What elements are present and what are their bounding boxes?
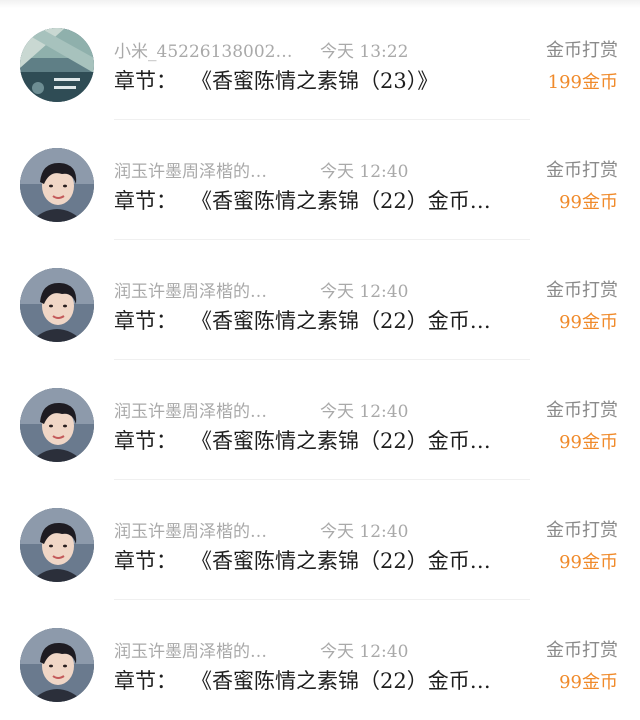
reward-record-row[interactable]: 润玉许墨周泽楷的… 今天 12:40 章节： 《香蜜陈情之素锦（22）金币… 金…: [0, 240, 640, 360]
reward-amount: 99金币: [559, 312, 618, 333]
reward-record-list: 小米_45226138002… 今天 13:22 章节： 《香蜜陈情之素锦（23…: [0, 0, 640, 720]
username[interactable]: 小米_45226138002…: [114, 37, 300, 62]
reward-record-row[interactable]: 润玉许墨周泽楷的… 今天 12:40 章节： 《香蜜陈情之素锦（22）金币… 金…: [0, 600, 640, 720]
avatar[interactable]: [20, 388, 94, 462]
record-meta: 润玉许墨周泽楷的… 今天 12:40: [114, 516, 408, 542]
avatar[interactable]: [20, 28, 94, 102]
timestamp: 今天 12:40: [320, 281, 409, 302]
record-meta: 润玉许墨周泽楷的… 今天 12:40: [114, 156, 408, 182]
chapter-label: 章节：: [114, 429, 177, 453]
timestamp: 今天 12:40: [320, 401, 409, 422]
avatar[interactable]: [20, 508, 94, 582]
chapter-label: 章节：: [114, 69, 177, 93]
chapter-line[interactable]: 章节： 《香蜜陈情之素锦（23）》: [114, 64, 534, 96]
reward-record-row[interactable]: 润玉许墨周泽楷的… 今天 12:40 章节： 《香蜜陈情之素锦（22）金币… 金…: [0, 480, 640, 600]
record-meta: 润玉许墨周泽楷的… 今天 12:40: [114, 276, 408, 302]
reward-record-row[interactable]: 小米_45226138002… 今天 13:22 章节： 《香蜜陈情之素锦（23…: [0, 0, 640, 120]
portrait-avatar-image: [20, 508, 94, 582]
chapter-title[interactable]: 《香蜜陈情之素锦（22）金币…: [191, 665, 491, 695]
avatar[interactable]: [20, 628, 94, 702]
chapter-line[interactable]: 章节： 《香蜜陈情之素锦（22）金币…: [114, 184, 534, 216]
timestamp: 今天 13:22: [320, 41, 409, 62]
chapter-line[interactable]: 章节： 《香蜜陈情之素锦（22）金币…: [114, 544, 534, 576]
timestamp: 今天 12:40: [320, 641, 409, 662]
avatar[interactable]: [20, 148, 94, 222]
portrait-avatar-image: [20, 268, 94, 342]
chapter-label: 章节：: [114, 189, 177, 213]
reward-type: 金币打赏: [546, 640, 618, 661]
record-meta: 小米_45226138002… 今天 13:22: [114, 36, 408, 62]
scenery-avatar-image: [20, 28, 94, 102]
reward-type: 金币打赏: [546, 400, 618, 421]
record-meta: 润玉许墨周泽楷的… 今天 12:40: [114, 636, 408, 662]
chapter-line[interactable]: 章节： 《香蜜陈情之素锦（22）金币…: [114, 664, 534, 696]
username[interactable]: 润玉许墨周泽楷的…: [114, 277, 300, 302]
reward-amount: 99金币: [559, 192, 618, 213]
avatar[interactable]: [20, 268, 94, 342]
timestamp: 今天 12:40: [320, 161, 409, 182]
chapter-title[interactable]: 《香蜜陈情之素锦（22）金币…: [191, 305, 491, 335]
reward-record-row[interactable]: 润玉许墨周泽楷的… 今天 12:40 章节： 《香蜜陈情之素锦（22）金币… 金…: [0, 120, 640, 240]
reward-amount: 99金币: [559, 672, 618, 693]
reward-amount: 199金币: [547, 72, 618, 93]
timestamp: 今天 12:40: [320, 521, 409, 542]
portrait-avatar-image: [20, 628, 94, 702]
reward-type: 金币打赏: [546, 40, 618, 61]
reward-record-row[interactable]: 润玉许墨周泽楷的… 今天 12:40 章节： 《香蜜陈情之素锦（22）金币… 金…: [0, 360, 640, 480]
portrait-avatar-image: [20, 388, 94, 462]
reward-type: 金币打赏: [546, 280, 618, 301]
username[interactable]: 润玉许墨周泽楷的…: [114, 517, 300, 542]
chapter-line[interactable]: 章节： 《香蜜陈情之素锦（22）金币…: [114, 304, 534, 336]
chapter-label: 章节：: [114, 309, 177, 333]
chapter-title[interactable]: 《香蜜陈情之素锦（22）金币…: [191, 425, 491, 455]
username[interactable]: 润玉许墨周泽楷的…: [114, 637, 300, 662]
username[interactable]: 润玉许墨周泽楷的…: [114, 157, 300, 182]
chapter-label: 章节：: [114, 549, 177, 573]
portrait-avatar-image: [20, 148, 94, 222]
reward-type: 金币打赏: [546, 520, 618, 541]
username[interactable]: 润玉许墨周泽楷的…: [114, 397, 300, 422]
record-meta: 润玉许墨周泽楷的… 今天 12:40: [114, 396, 408, 422]
reward-amount: 99金币: [559, 432, 618, 453]
chapter-title[interactable]: 《香蜜陈情之素锦（22）金币…: [191, 185, 491, 215]
chapter-title[interactable]: 《香蜜陈情之素锦（23）》: [191, 65, 438, 95]
chapter-label: 章节：: [114, 669, 177, 693]
reward-amount: 99金币: [559, 552, 618, 573]
reward-type: 金币打赏: [546, 160, 618, 181]
chapter-title[interactable]: 《香蜜陈情之素锦（22）金币…: [191, 545, 491, 575]
chapter-line[interactable]: 章节： 《香蜜陈情之素锦（22）金币…: [114, 424, 534, 456]
